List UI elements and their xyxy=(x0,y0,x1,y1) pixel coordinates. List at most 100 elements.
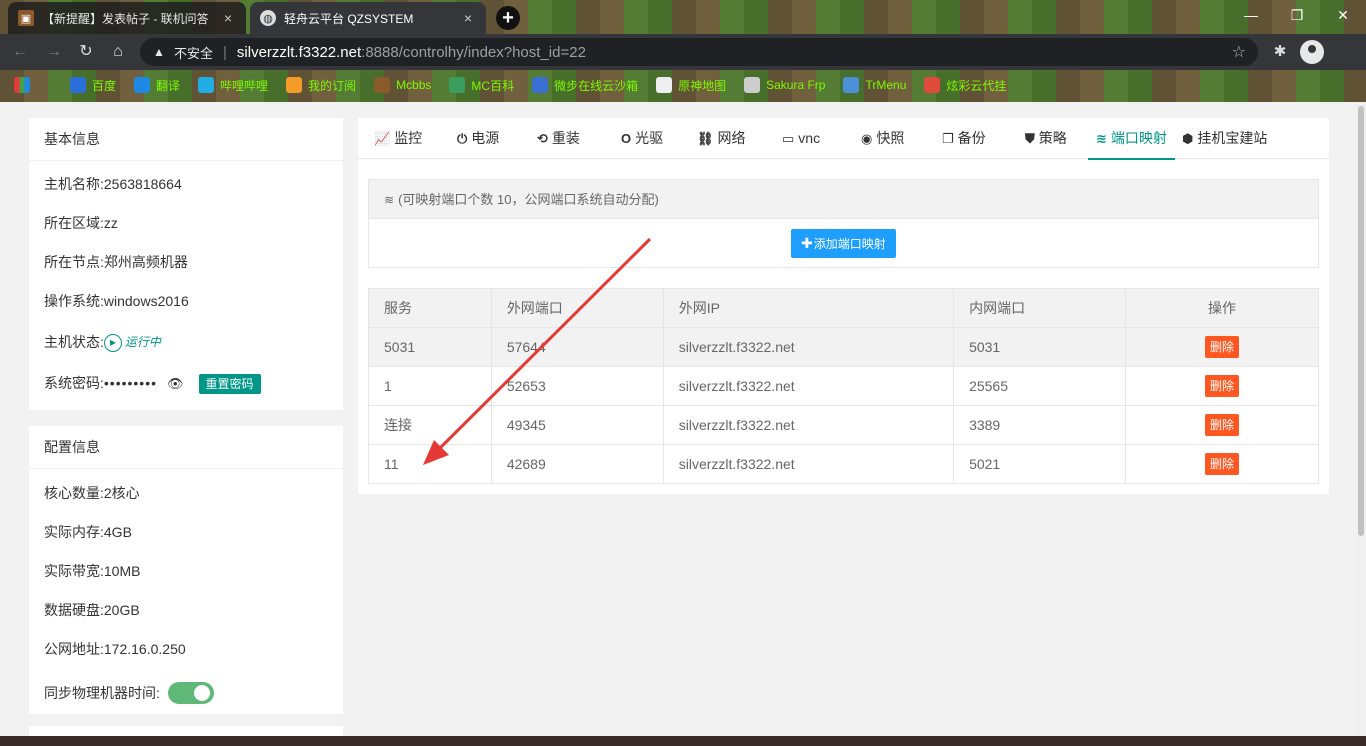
scrollbar-thumb[interactable] xyxy=(1358,106,1364,536)
tab-cube[interactable]: ⬢ 挂机宝建站 xyxy=(1182,118,1267,159)
cell-private-port: 25565 xyxy=(953,366,1126,406)
info-row-node: 所在节点: 郑州高频机器 xyxy=(29,243,343,282)
browser-chrome: ▣ 【新提醒】发表帖子 - 联机问答 × ◍ 轻舟云平台 QZSYSTEM × … xyxy=(0,0,1366,102)
close-tab-icon[interactable]: × xyxy=(220,10,236,26)
column-header-action: 操作 xyxy=(1125,288,1319,328)
tab-retweet[interactable]: ⟲ 重装 xyxy=(537,118,580,159)
control-panel: 📈 监控 ⏻ 电源 ⟲ 重装 O 光驱 ⛓ 网络 ▭ vnc ◉ 快照 ❐ 备份 ⛊ 策略 ≋ 端口映射 ⬢ 挂机宝建站 … xyxy=(358,118,1329,494)
info-row-region: 所在区域: zz xyxy=(29,204,343,243)
config-info-title: 配置信息 xyxy=(29,426,343,469)
apps-grid-icon[interactable] xyxy=(14,77,36,93)
page-scrollbar[interactable] xyxy=(1356,102,1366,746)
new-tab-button[interactable]: + xyxy=(496,6,520,30)
bookmark-item[interactable]: TrMenu xyxy=(843,77,906,93)
config-info-card: 配置信息 核心数量: 2核心 实际内存: 4GB 实际带宽: 10MB 数据硬盘… xyxy=(29,426,343,714)
info-value: 郑州高频机器 xyxy=(103,254,188,270)
page-content: 基本信息 主机名称: 2563818664 所在区域: zz 所在节点: 郑州高… xyxy=(0,102,1366,746)
tab-label: 监控 xyxy=(394,130,423,146)
close-tab-icon[interactable]: × xyxy=(460,10,476,26)
tab-label: 备份 xyxy=(957,130,986,146)
eye-icon[interactable]: 👁 xyxy=(167,364,184,403)
tab-sitemap[interactable]: ⛓ 网络 xyxy=(697,118,746,159)
tab-label: 网络 xyxy=(717,130,746,146)
tab-label: 重装 xyxy=(551,130,580,146)
monitor-icon: ▭ xyxy=(782,131,795,146)
tab-disc[interactable]: O 光驱 xyxy=(621,118,663,159)
browser-tab-forum[interactable]: ▣ 【新提醒】发表帖子 - 联机问答 × xyxy=(8,2,246,34)
forward-icon[interactable]: → xyxy=(42,40,66,64)
info-label: 操作系统: xyxy=(44,293,104,309)
apps-icon xyxy=(14,77,30,93)
tab-chart[interactable]: 📈 监控 xyxy=(374,118,422,159)
bookmark-item[interactable]: 炫彩云代挂 xyxy=(924,77,1006,94)
port-notice-text: (可映射端口个数 10，公网端口系统自动分配) xyxy=(398,192,659,207)
restore-icon[interactable]: ❐ xyxy=(1274,0,1320,30)
bookmark-star-icon[interactable]: ☆ xyxy=(1232,42,1246,62)
info-label: 公网地址: xyxy=(44,641,104,657)
power-icon: ⏻ xyxy=(457,131,468,146)
bookmark-label: TrMenu xyxy=(865,78,907,92)
tab-monitor[interactable]: ▭ vnc xyxy=(782,118,820,159)
bookmark-item[interactable]: 微步在线云沙箱 xyxy=(532,77,638,94)
tab-power[interactable]: ⏻ 电源 xyxy=(457,118,499,159)
bookmark-item[interactable]: 翻译 xyxy=(134,77,180,94)
basic-info-body: 主机名称: 2563818664 所在区域: zz 所在节点: 郑州高频机器 操… xyxy=(29,161,343,403)
info-label: 数据硬盘: xyxy=(44,602,104,618)
cell-public-port: 49345 xyxy=(490,405,664,445)
cell-private-port: 5021 xyxy=(953,444,1126,484)
tab-label: 光驱 xyxy=(635,130,664,146)
home-icon[interactable]: ⌂ xyxy=(106,40,130,64)
status-text: 运行中 xyxy=(124,335,161,349)
plus-icon: ✚ xyxy=(801,235,813,251)
bookmark-item[interactable]: MC百科 xyxy=(449,77,514,94)
sync-time-toggle[interactable] xyxy=(167,682,214,704)
address-bar[interactable]: ▲ 不安全 | silverzzlt.f3322.net :8888/contr… xyxy=(140,38,1258,66)
warning-icon[interactable]: ▲ xyxy=(152,45,166,59)
config-row-public-ip: 公网地址: 172.16.0.250 xyxy=(29,630,343,669)
bookmark-item[interactable]: 我的订阅 xyxy=(286,77,356,94)
bookmark-item[interactable]: 原神地图 xyxy=(656,77,726,94)
baidu-icon xyxy=(70,77,86,93)
mcmod-icon xyxy=(449,77,466,93)
cell-private-port: 5031 xyxy=(953,327,1126,367)
basic-info-title: 基本信息 xyxy=(29,118,343,161)
info-label: 主机名称: xyxy=(44,176,104,192)
cell-public-ip: silverzzlt.f3322.net xyxy=(662,405,955,445)
info-row-password: 系统密码: ••••••••• 👁 重置密码 xyxy=(29,364,343,403)
close-window-icon[interactable]: ✕ xyxy=(1320,0,1366,30)
mcbbs-icon xyxy=(374,77,391,93)
delete-button[interactable]: 删除 xyxy=(1204,414,1239,436)
delete-button[interactable]: 删除 xyxy=(1204,336,1239,358)
bookmark-item[interactable]: 百度 xyxy=(70,77,116,94)
tab-shield[interactable]: ⛊ 策略 xyxy=(1025,118,1067,159)
tab-title: 轻舟云平台 QZSYSTEM xyxy=(284,11,414,26)
reload-icon[interactable]: ↻ xyxy=(74,40,98,64)
bookmark-item[interactable]: 哔哩哔哩 xyxy=(198,77,268,94)
reset-password-button[interactable]: 重置密码 xyxy=(198,373,261,394)
info-label: 实际内存: xyxy=(44,524,104,540)
delete-button[interactable]: 删除 xyxy=(1204,375,1239,397)
add-port-mapping-button[interactable]: ✚添加端口映射 xyxy=(791,229,896,258)
map-icon xyxy=(656,77,673,93)
password-mask: ••••••••• xyxy=(103,375,158,391)
chart-icon: 📈 xyxy=(374,131,391,146)
play-icon: ▶ xyxy=(103,333,122,352)
minimize-icon[interactable]: — xyxy=(1228,0,1274,30)
cell-action: 删除 xyxy=(1125,444,1319,484)
extensions-puzzle-icon[interactable]: ✱ xyxy=(1268,40,1292,64)
security-label[interactable]: 不安全 xyxy=(174,43,213,62)
sandbox-icon xyxy=(532,77,549,93)
tab-wifi[interactable]: ≋ 端口映射 xyxy=(1088,118,1175,160)
profile-avatar-icon[interactable] xyxy=(1300,40,1324,64)
config-row-memory: 实际内存: 4GB xyxy=(29,513,343,552)
browser-tab-qzsystem[interactable]: ◍ 轻舟云平台 QZSYSTEM × xyxy=(250,2,486,34)
back-icon[interactable]: ← xyxy=(8,40,32,64)
bookmark-item[interactable]: Mcbbs xyxy=(374,77,431,93)
tab-copy[interactable]: ❐ 备份 xyxy=(942,118,986,159)
info-value: windows2016 xyxy=(103,293,189,309)
delete-button[interactable]: 删除 xyxy=(1204,453,1239,475)
tab-title: 【新提醒】发表帖子 - 联机问答 xyxy=(42,11,209,26)
tab-camera[interactable]: ◉ 快照 xyxy=(861,118,904,159)
bookmark-item[interactable]: Sakura Frp xyxy=(744,77,825,93)
trmenu-icon xyxy=(843,77,860,93)
